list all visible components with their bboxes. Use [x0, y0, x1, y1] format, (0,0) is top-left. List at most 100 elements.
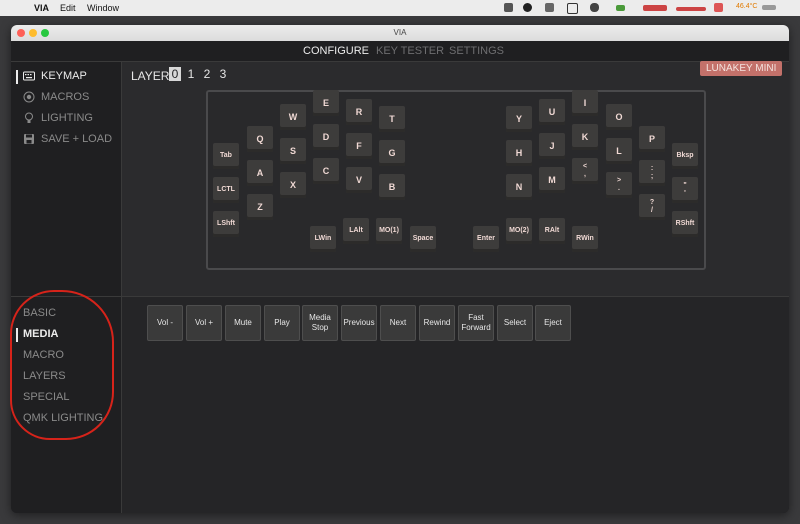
- layer-1-button[interactable]: 1: [185, 67, 197, 81]
- tray-monitor-icon[interactable]: [714, 3, 723, 12]
- key[interactable]: LCTL: [213, 177, 239, 203]
- sidebar-item-save-load[interactable]: SAVE + LOAD: [23, 133, 112, 145]
- key[interactable]: E: [313, 90, 339, 116]
- key[interactable]: RWin: [572, 226, 598, 252]
- close-window-button[interactable]: [17, 29, 25, 37]
- keycode-category-sidebar: BASIC MEDIA MACRO LAYERS SPECIAL QMK LIG…: [11, 297, 122, 513]
- keycode-select[interactable]: Select: [497, 305, 533, 341]
- keyboard-layout: Tab Q W E R T LCTL A S D F G LShft Z X C…: [206, 90, 706, 270]
- keycode-next[interactable]: Next: [380, 305, 416, 341]
- sidebar-item-label: KEYMAP: [41, 70, 87, 82]
- key[interactable]: A: [247, 160, 273, 186]
- top-navigation: CONFIGURE KEY TESTER SETTINGS: [11, 41, 789, 61]
- key[interactable]: : ;: [639, 160, 665, 186]
- category-media[interactable]: MEDIA: [23, 328, 58, 340]
- sidebar-item-label: LIGHTING: [41, 112, 93, 124]
- sidebar-item-lighting[interactable]: LIGHTING: [23, 112, 93, 124]
- keycode-mute[interactable]: Mute: [225, 305, 261, 341]
- tray-cloud-icon[interactable]: [590, 3, 599, 12]
- keycode-previous[interactable]: Previous: [341, 305, 377, 341]
- key[interactable]: L: [606, 138, 632, 164]
- key[interactable]: B: [379, 174, 405, 200]
- layer-label: LAYER: [131, 69, 170, 83]
- tray-circle-icon[interactable]: [523, 3, 532, 12]
- category-qmk-lighting[interactable]: QMK LIGHTING: [23, 412, 103, 424]
- configure-panel: KEYMAP MACROS LIGHTING SAVE + LOAD LAYER…: [11, 61, 789, 297]
- key[interactable]: RShft: [672, 211, 698, 237]
- tray-battery-icon[interactable]: [616, 5, 625, 11]
- key[interactable]: C: [313, 158, 339, 184]
- key[interactable]: R: [346, 99, 372, 125]
- minimize-window-button[interactable]: [29, 29, 37, 37]
- zoom-window-button[interactable]: [41, 29, 49, 37]
- tab-configure[interactable]: CONFIGURE: [303, 45, 369, 57]
- key[interactable]: LShft: [213, 211, 239, 237]
- key[interactable]: X: [280, 172, 306, 198]
- key[interactable]: I: [572, 90, 598, 116]
- key[interactable]: Enter: [473, 226, 499, 252]
- sidebar-item-keymap[interactable]: KEYMAP: [23, 70, 87, 82]
- key[interactable]: G: [379, 140, 405, 166]
- key[interactable]: O: [606, 104, 632, 130]
- key[interactable]: S: [280, 138, 306, 164]
- key[interactable]: < ,: [572, 158, 598, 184]
- category-basic[interactable]: BASIC: [23, 307, 56, 319]
- tray-graph-icon[interactable]: [762, 5, 776, 10]
- keycode-vol-down[interactable]: Vol -: [147, 305, 183, 341]
- layer-3-button[interactable]: 3: [217, 67, 229, 81]
- key[interactable]: RAlt: [539, 218, 565, 244]
- key[interactable]: J: [539, 133, 565, 159]
- tray-cpu-graph-icon[interactable]: [643, 5, 667, 11]
- key[interactable]: V: [346, 167, 372, 193]
- key[interactable]: MO(1): [376, 218, 402, 244]
- keycode-panel: BASIC MEDIA MACRO LAYERS SPECIAL QMK LIG…: [11, 296, 789, 513]
- key[interactable]: LAlt: [343, 218, 369, 244]
- key[interactable]: Z: [247, 194, 273, 220]
- key[interactable]: H: [506, 140, 532, 166]
- menu-app-name[interactable]: VIA: [34, 3, 49, 13]
- key[interactable]: P: [639, 126, 665, 152]
- tray-app-icon[interactable]: [504, 3, 513, 12]
- key[interactable]: D: [313, 124, 339, 150]
- menu-window[interactable]: Window: [87, 3, 119, 13]
- tray-docker-icon[interactable]: [545, 3, 554, 12]
- key[interactable]: ? /: [639, 194, 665, 220]
- key[interactable]: U: [539, 99, 565, 125]
- key[interactable]: MO(2): [506, 218, 532, 244]
- key[interactable]: W: [280, 104, 306, 130]
- category-macro[interactable]: MACRO: [23, 349, 64, 361]
- key[interactable]: Bksp: [672, 143, 698, 169]
- key[interactable]: Tab: [213, 143, 239, 169]
- layer-0-button[interactable]: 0: [169, 67, 181, 81]
- keyboard-name-badge: LUNAKEY MINI: [700, 61, 783, 76]
- key[interactable]: N: [506, 174, 532, 200]
- tray-window-icon[interactable]: [567, 3, 578, 14]
- menu-edit[interactable]: Edit: [60, 3, 76, 13]
- window-title: VIA: [393, 28, 407, 37]
- sidebar-item-macros[interactable]: MACROS: [23, 91, 89, 103]
- key[interactable]: LWin: [310, 226, 336, 252]
- keycode-rewind[interactable]: Rewind: [419, 305, 455, 341]
- category-layers[interactable]: LAYERS: [23, 370, 66, 382]
- category-special[interactable]: SPECIAL: [23, 391, 69, 403]
- key[interactable]: Q: [247, 126, 273, 152]
- key[interactable]: M: [539, 167, 565, 193]
- key[interactable]: T: [379, 106, 405, 132]
- keycode-media-stop[interactable]: Media Stop: [302, 305, 338, 341]
- keycode-eject[interactable]: Eject: [535, 305, 571, 341]
- key[interactable]: K: [572, 124, 598, 150]
- menu-bar: VIA Edit Window 46.4°C: [0, 0, 800, 16]
- key[interactable]: Space: [410, 226, 436, 252]
- layer-2-button[interactable]: 2: [201, 67, 213, 81]
- tab-settings[interactable]: SETTINGS: [449, 45, 504, 57]
- keycode-play[interactable]: Play: [264, 305, 300, 341]
- key[interactable]: Y: [506, 106, 532, 132]
- tray-network-graph-icon[interactable]: [676, 7, 706, 11]
- record-icon: [23, 91, 35, 103]
- keycode-fast-forward[interactable]: Fast Forward: [458, 305, 494, 341]
- key[interactable]: > .: [606, 172, 632, 198]
- key[interactable]: F: [346, 133, 372, 159]
- tab-key-tester[interactable]: KEY TESTER: [376, 45, 444, 57]
- key[interactable]: " ': [672, 177, 698, 203]
- keycode-vol-up[interactable]: Vol +: [186, 305, 222, 341]
